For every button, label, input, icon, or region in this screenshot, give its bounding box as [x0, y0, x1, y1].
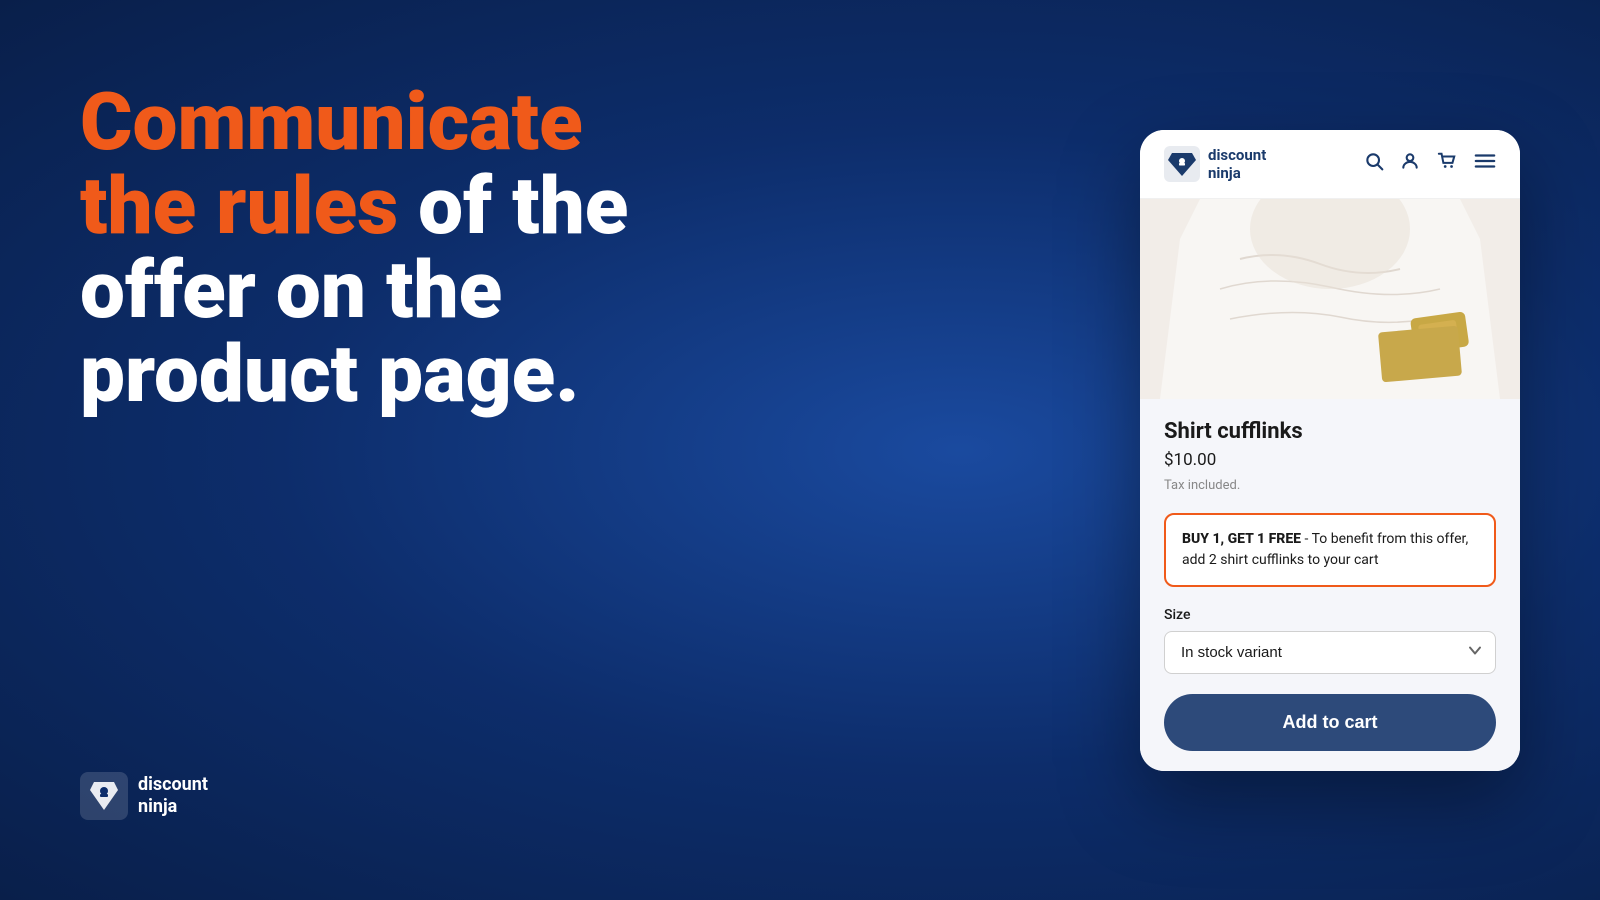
product-image [1140, 199, 1520, 399]
offer-banner: BUY 1, GET 1 FREE - To benefit from this… [1164, 513, 1496, 587]
offer-text: BUY 1, GET 1 FREE - To benefit from this… [1182, 529, 1478, 571]
offer-bold-text: BUY 1, GET 1 FREE [1182, 531, 1301, 547]
store-logo: discount ninja [1164, 146, 1266, 182]
store-nav: discount ninja [1140, 130, 1520, 199]
size-label: Size [1164, 607, 1496, 623]
shirt-image [1140, 199, 1520, 399]
size-select-wrapper: In stock variant [1164, 631, 1496, 674]
nav-icons [1364, 151, 1496, 176]
left-panel: Communicate the rules of the offer on th… [80, 0, 1060, 900]
headline-line3: offer on the [80, 243, 502, 337]
bottom-logo-text: discount ninja [138, 774, 208, 817]
headline-line4: product page. [80, 327, 580, 421]
bottom-logo: discount ninja [80, 772, 1060, 820]
product-price: $10.00 [1164, 450, 1496, 470]
store-logo-icon [1164, 146, 1200, 182]
menu-icon[interactable] [1474, 152, 1496, 175]
product-content: Shirt cufflinks $10.00 Tax included. BUY… [1140, 399, 1520, 771]
headline: Communicate the rules of the offer on th… [80, 80, 1060, 416]
search-icon[interactable] [1364, 151, 1384, 176]
discount-ninja-logo-icon [80, 772, 128, 820]
cart-icon[interactable] [1436, 151, 1458, 176]
add-to-cart-button[interactable]: Add to cart [1164, 694, 1496, 751]
size-select[interactable]: In stock variant [1164, 631, 1496, 674]
headline-line2-orange: the rules [80, 159, 398, 253]
headline-line1: Communicate [80, 75, 583, 169]
user-icon[interactable] [1400, 151, 1420, 176]
store-logo-text: discount ninja [1208, 146, 1266, 182]
headline-line2-white: of the [398, 159, 628, 253]
tax-note: Tax included. [1164, 478, 1496, 493]
phone-card: discount ninja [1140, 130, 1520, 771]
product-title: Shirt cufflinks [1164, 419, 1496, 444]
right-panel: discount ninja [1140, 130, 1520, 771]
